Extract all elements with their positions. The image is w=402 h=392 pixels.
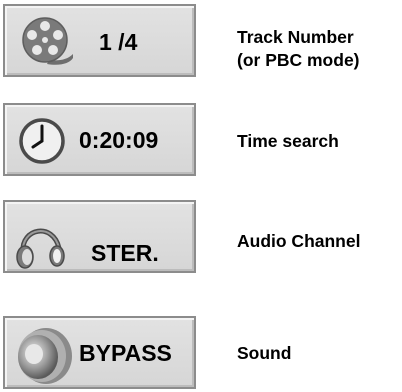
audio-channel-value: STER. [91,240,159,266]
track-number-panel: 1 /4 [3,4,196,77]
sound-value: BYPASS [79,340,172,366]
track-number-label: Track Number [237,27,354,47]
time-search-value: 0:20:09 [79,127,159,153]
sound-label: Sound [237,343,292,363]
disc-reel-icon [22,17,73,65]
time-search-panel: 0:20:09 [3,103,196,176]
audio-channel-panel: STER. [3,200,196,273]
audio-channel-label: Audio Channel [237,231,361,251]
track-number-value: 1 /4 [99,29,138,55]
time-search-label: Time search [237,131,339,151]
headphones-icon [16,228,65,269]
clock-icon [19,118,65,164]
speaker-icon [18,328,72,384]
sound-panel: BYPASS [3,316,196,389]
track-number-sublabel: (or PBC mode) [237,50,360,70]
